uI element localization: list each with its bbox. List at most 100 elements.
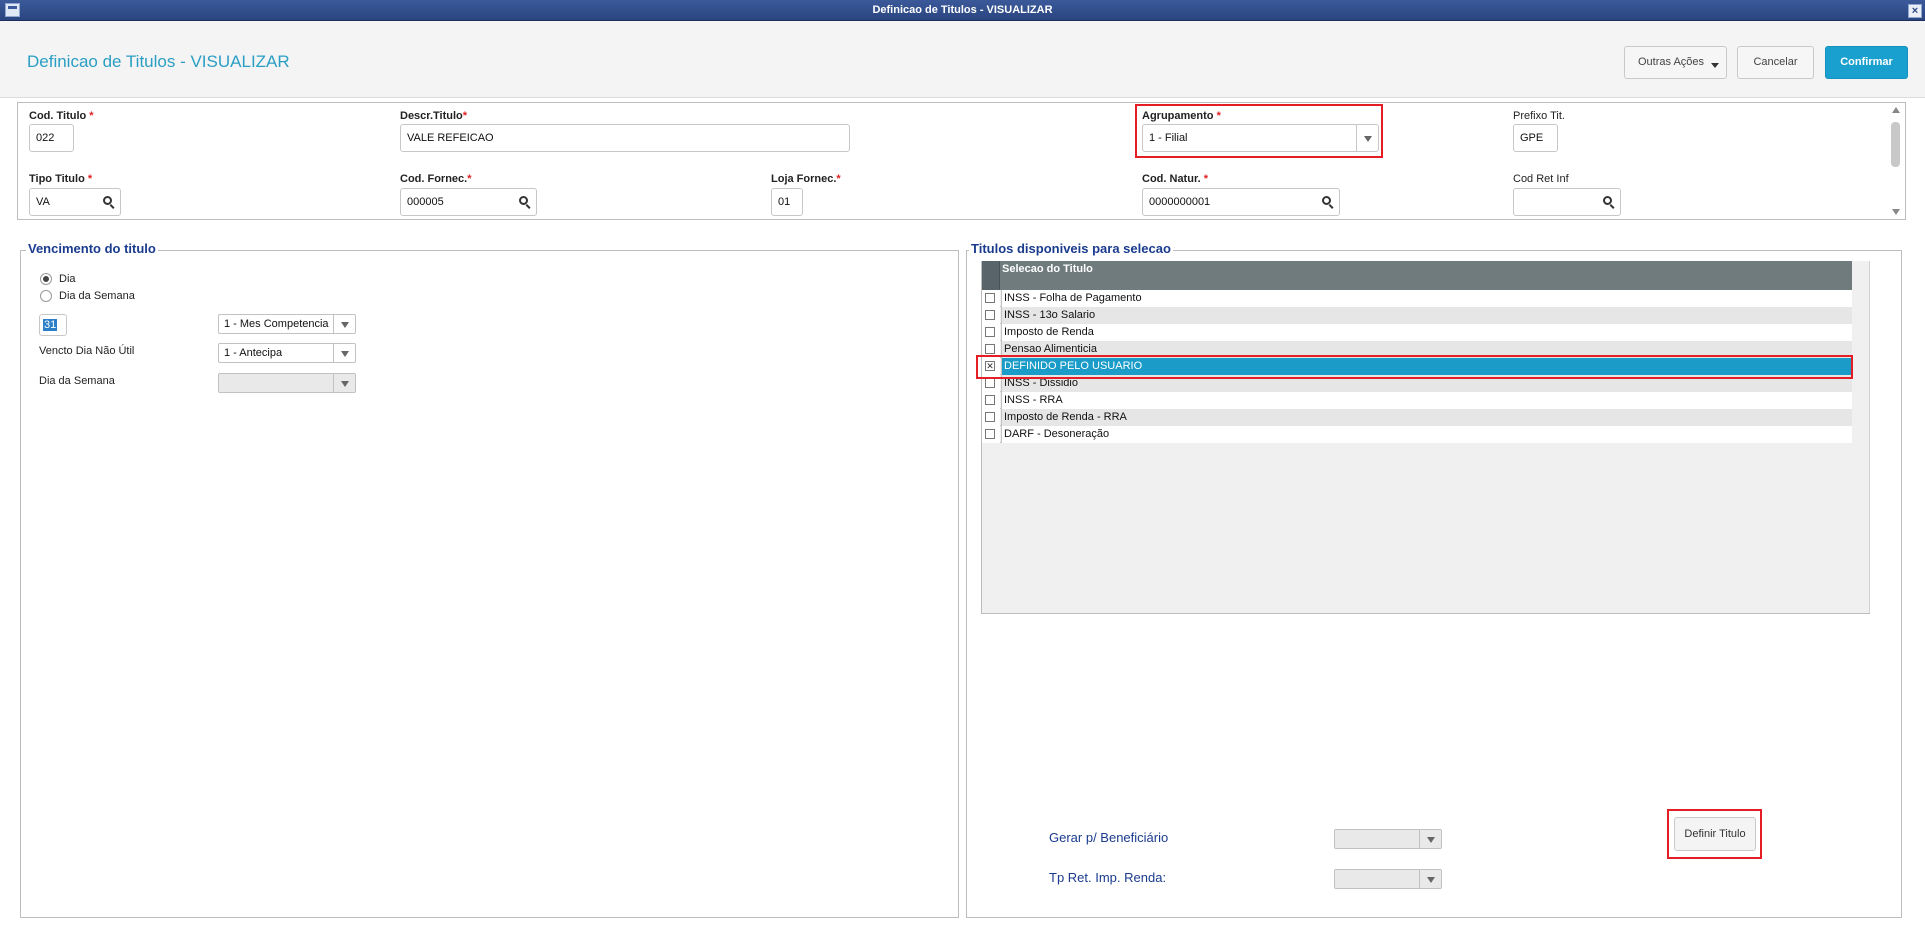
page-title: Definicao de Titulos - VISUALIZAR <box>27 52 290 71</box>
table-row[interactable]: INSS - RRA <box>982 392 1852 409</box>
grid-divider <box>981 613 1870 614</box>
tp-ret-imp-renda-select[interactable] <box>1334 869 1442 889</box>
competencia-value: 1 - Mes Competencia <box>224 318 329 330</box>
competencia-select[interactable]: 1 - Mes Competencia <box>218 314 356 334</box>
column-header-selecao[interactable]: Selecao do Titulo <box>1002 263 1093 275</box>
vencimento-group <box>20 250 959 918</box>
scrollbar-thumb[interactable] <box>1891 122 1900 167</box>
loja-fornec-label: Loja Fornec.* <box>771 173 841 185</box>
confirm-button[interactable]: Confirmar <box>1825 46 1908 79</box>
checkbox-cell <box>982 409 1000 426</box>
window-close-icon[interactable]: × <box>1908 4 1922 18</box>
vencimento-legend: Vencimento do titulo <box>26 241 158 256</box>
chevron-down-icon[interactable] <box>333 374 355 392</box>
vencto-value: 1 - Antecipa <box>224 347 283 359</box>
tipo-titulo-label-text: Tipo Titulo <box>29 173 85 185</box>
day-value: 31 <box>43 319 58 331</box>
vencto-dia-nao-util-label: Vencto Dia Não Útil <box>39 345 135 357</box>
required-marker: * <box>87 173 93 185</box>
vencto-dia-nao-util-select[interactable]: 1 - Antecipa <box>218 343 356 363</box>
table-row[interactable]: INSS - 13o Salario <box>982 307 1852 324</box>
checkbox-cell <box>982 290 1000 307</box>
row-checkbox[interactable] <box>985 395 995 405</box>
outras-acoes-button[interactable]: Outras Ações <box>1624 46 1727 79</box>
search-icon[interactable] <box>1321 195 1335 209</box>
chevron-down-icon[interactable] <box>1419 830 1441 848</box>
cod-fornec-label-text: Cod. Fornec. <box>400 173 468 185</box>
row-label: INSS - 13o Salario <box>1001 307 1852 324</box>
tipo-titulo-field[interactable]: VA <box>29 188 121 216</box>
search-icon[interactable] <box>1602 195 1616 209</box>
outras-acoes-label: Outras Ações <box>1638 56 1705 68</box>
checkbox-cell <box>982 324 1000 341</box>
highlight-box-definir <box>1667 809 1762 859</box>
radio-dia-semana-label: Dia da Semana <box>59 290 135 302</box>
required-marker: * <box>462 110 468 122</box>
search-icon[interactable] <box>102 195 116 209</box>
highlight-box-agrupamento <box>1135 104 1383 158</box>
search-icon[interactable] <box>518 195 532 209</box>
scroll-down-icon[interactable] <box>1892 209 1900 215</box>
row-checkbox[interactable] <box>985 327 995 337</box>
descr-titulo-field[interactable]: VALE REFEICAO <box>400 124 850 152</box>
radio-dia-semana[interactable] <box>40 290 52 302</box>
required-marker: * <box>467 173 472 185</box>
titulos-legend: Titulos disponiveis para selecao <box>969 241 1173 256</box>
checkbox-cell <box>982 426 1000 443</box>
gerar-beneficiario-label: Gerar p/ Beneficiário <box>1049 830 1169 845</box>
row-checkbox[interactable] <box>985 378 995 388</box>
cod-natur-label: Cod. Natur. * <box>1142 173 1208 185</box>
radio-dia-label: Dia <box>59 273 76 285</box>
cod-fornec-field[interactable]: 000005 <box>400 188 537 216</box>
cod-natur-field[interactable]: 0000000001 <box>1142 188 1340 216</box>
cod-titulo-field[interactable]: 022 <box>29 124 74 152</box>
radio-dia[interactable] <box>40 273 52 285</box>
table-row[interactable]: INSS - Folha de Pagamento <box>982 290 1852 307</box>
tipo-titulo-label: Tipo Titulo * <box>29 173 92 185</box>
cod-titulo-label-text: Cod. Titulo <box>29 110 87 122</box>
tp-ret-imp-renda-label: Tp Ret. Imp. Renda: <box>1049 870 1167 885</box>
row-label: INSS - RRA <box>1001 392 1852 409</box>
descr-titulo-label-text: Descr.Titulo <box>400 110 463 122</box>
cod-fornec-value: 000005 <box>407 196 444 208</box>
cod-fornec-label: Cod. Fornec.* <box>400 173 472 185</box>
loja-fornec-field[interactable]: 01 <box>771 188 803 216</box>
cod-natur-value: 0000000001 <box>1149 196 1211 208</box>
checkbox-cell <box>982 392 1000 409</box>
chevron-down-icon[interactable] <box>1419 870 1441 888</box>
loja-fornec-label-text: Loja Fornec. <box>771 173 837 185</box>
row-checkbox[interactable] <box>985 310 995 320</box>
table-row[interactable]: Imposto de Renda - RRA <box>982 409 1852 426</box>
form-vertical-scrollbar[interactable] <box>1889 104 1903 218</box>
chevron-down-icon[interactable] <box>333 344 355 362</box>
cod-ret-inf-label: Cod Ret Inf <box>1513 173 1569 185</box>
row-checkbox[interactable] <box>985 344 995 354</box>
header-form-panel <box>17 102 1906 220</box>
row-checkbox[interactable] <box>985 429 995 439</box>
table-row[interactable]: Imposto de Renda <box>982 324 1852 341</box>
scroll-up-icon[interactable] <box>1892 107 1900 113</box>
cancel-button[interactable]: Cancelar <box>1737 46 1814 79</box>
row-checkbox[interactable] <box>985 412 995 422</box>
table-row[interactable]: DARF - Desoneração <box>982 426 1852 443</box>
checkbox-cell <box>982 307 1000 324</box>
dia-da-semana-select[interactable] <box>218 373 356 393</box>
grid-header: Selecao do Titulo <box>982 261 1852 290</box>
prefixo-tit-field[interactable]: GPE <box>1513 124 1558 152</box>
grid-header-corner <box>982 261 1000 290</box>
gerar-beneficiario-select[interactable] <box>1334 829 1442 849</box>
cod-natur-label-text: Cod. Natur. <box>1142 173 1201 185</box>
chevron-down-icon <box>1711 63 1719 68</box>
cod-ret-inf-field[interactable] <box>1513 188 1621 216</box>
highlight-box-selected-row <box>976 355 1853 379</box>
dia-da-semana-label: Dia da Semana <box>39 375 115 387</box>
chevron-down-icon[interactable] <box>333 315 355 333</box>
required-marker: * <box>1203 173 1209 185</box>
day-field[interactable]: 31 <box>39 314 67 336</box>
row-checkbox[interactable] <box>985 293 995 303</box>
row-label: Imposto de Renda <box>1001 324 1852 341</box>
tipo-titulo-value: VA <box>36 196 50 208</box>
row-label: INSS - Folha de Pagamento <box>1001 290 1852 307</box>
descr-titulo-label: Descr.Titulo* <box>400 110 467 122</box>
row-label: DARF - Desoneração <box>1001 426 1852 443</box>
